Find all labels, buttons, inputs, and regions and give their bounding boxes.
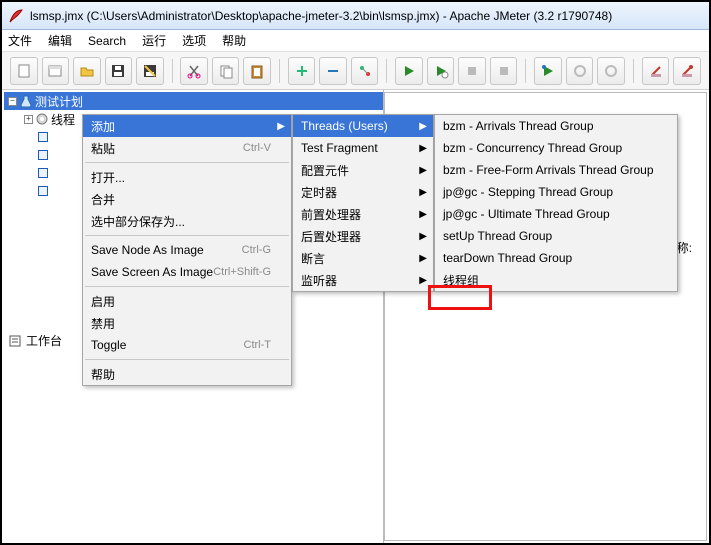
ctx-add[interactable]: 添加▶: [83, 115, 291, 137]
workbench-label: 工作台: [26, 332, 62, 349]
menu-options[interactable]: 选项: [182, 32, 206, 49]
shutdown-button[interactable]: [490, 57, 518, 85]
submenu-arrow-icon: ▶: [419, 231, 427, 242]
separator: [633, 59, 634, 83]
ctx2-threads[interactable]: Threads (Users)▶: [293, 115, 433, 137]
saveas-button[interactable]: [136, 57, 164, 85]
tree-root[interactable]: − 测试计划: [4, 92, 383, 110]
ctx-paste[interactable]: 粘贴Ctrl-V: [83, 137, 291, 159]
remote-start-button[interactable]: [534, 57, 562, 85]
tree-handle-icon: [38, 186, 48, 196]
ctx3-item-4[interactable]: jp@gc - Ultimate Thread Group: [435, 203, 677, 225]
new-button[interactable]: [10, 57, 38, 85]
expand-button[interactable]: [288, 57, 316, 85]
tree-workbench[interactable]: 工作台: [4, 332, 62, 349]
ctx-help[interactable]: 帮助: [83, 363, 291, 385]
threadgroup-icon: [35, 112, 49, 126]
ctx2-pre[interactable]: 前置处理器▶: [293, 203, 433, 225]
toggle-button[interactable]: [351, 57, 379, 85]
submenu-arrow-icon: ▶: [419, 121, 427, 132]
submenu-arrow-icon: ▶: [419, 143, 427, 154]
ctx3-item-5[interactable]: setUp Thread Group: [435, 225, 677, 247]
separator: [85, 359, 289, 360]
stop-button[interactable]: [458, 57, 486, 85]
ctx2-timer[interactable]: 定时器▶: [293, 181, 433, 203]
expand-icon[interactable]: +: [24, 115, 33, 124]
titlebar: lsmsp.jmx (C:\Users\Administrator\Deskto…: [2, 2, 709, 30]
cut-button[interactable]: [180, 57, 208, 85]
context-menu-2: Threads (Users)▶ Test Fragment▶ 配置元件▶ 定时…: [292, 114, 434, 292]
ctx-toggle[interactable]: ToggleCtrl-T: [83, 334, 291, 356]
collapse-button[interactable]: [319, 57, 347, 85]
remote-shutdown-button[interactable]: [597, 57, 625, 85]
submenu-arrow-icon: ▶: [419, 165, 427, 176]
separator: [279, 59, 280, 83]
separator: [85, 235, 289, 236]
ctx-disable[interactable]: 禁用: [83, 312, 291, 334]
tree-handle-icon: [38, 150, 48, 160]
tree-root-label: 测试计划: [35, 93, 83, 110]
menu-file[interactable]: 文件: [8, 32, 32, 49]
ctx2-fragment[interactable]: Test Fragment▶: [293, 137, 433, 159]
ctx-save-node-image[interactable]: Save Node As ImageCtrl-G: [83, 239, 291, 261]
ctx3-item-6[interactable]: tearDown Thread Group: [435, 247, 677, 269]
workbench-icon: [8, 334, 22, 348]
clear-all-button[interactable]: [673, 57, 701, 85]
context-menu-1: 添加▶ 粘贴Ctrl-V 打开... 合并 选中部分保存为... Save No…: [82, 114, 292, 386]
ctx-enable[interactable]: 启用: [83, 290, 291, 312]
submenu-arrow-icon: ▶: [419, 209, 427, 220]
menu-run[interactable]: 运行: [142, 32, 166, 49]
ctx2-post[interactable]: 后置处理器▶: [293, 225, 433, 247]
ctx2-listener[interactable]: 监听器▶: [293, 269, 433, 291]
menubar: 文件 编辑 Search 运行 选项 帮助: [2, 30, 709, 52]
ctx3-item-3[interactable]: jp@gc - Stepping Thread Group: [435, 181, 677, 203]
collapse-icon[interactable]: −: [8, 97, 17, 106]
submenu-arrow-icon: ▶: [419, 187, 427, 198]
ctx-save-screen-image[interactable]: Save Screen As ImageCtrl+Shift-G: [83, 261, 291, 283]
tree-handle-icon: [38, 132, 48, 142]
window-title: lsmsp.jmx (C:\Users\Administrator\Deskto…: [30, 9, 612, 23]
testplan-icon: [19, 94, 33, 108]
paste-button[interactable]: [243, 57, 271, 85]
ctx2-assert[interactable]: 断言▶: [293, 247, 433, 269]
toolbar: [2, 52, 709, 90]
separator: [386, 59, 387, 83]
submenu-arrow-icon: ▶: [419, 253, 427, 264]
menu-edit[interactable]: 编辑: [48, 32, 72, 49]
remote-stop-button[interactable]: [566, 57, 594, 85]
tree-handle-icon: [38, 168, 48, 178]
start-no-timers-button[interactable]: [427, 57, 455, 85]
app-icon: [8, 8, 24, 24]
context-menu-3: bzm - Arrivals Thread Group bzm - Concur…: [434, 114, 678, 292]
menu-search[interactable]: Search: [88, 34, 126, 48]
separator: [85, 162, 289, 163]
save-button[interactable]: [105, 57, 133, 85]
ctx2-config[interactable]: 配置元件▶: [293, 159, 433, 181]
separator: [85, 286, 289, 287]
start-button[interactable]: [395, 57, 423, 85]
ctx-save-selection[interactable]: 选中部分保存为...: [83, 210, 291, 232]
ctx-open[interactable]: 打开...: [83, 166, 291, 188]
open-button[interactable]: [73, 57, 101, 85]
ctx-merge[interactable]: 合并: [83, 188, 291, 210]
app-window: lsmsp.jmx (C:\Users\Administrator\Deskto…: [0, 0, 711, 545]
ctx3-item-0[interactable]: bzm - Arrivals Thread Group: [435, 115, 677, 137]
ctx3-item-1[interactable]: bzm - Concurrency Thread Group: [435, 137, 677, 159]
separator: [172, 59, 173, 83]
tree-child-label: 线程: [51, 111, 75, 128]
clear-button[interactable]: [642, 57, 670, 85]
highlight-box: [428, 285, 492, 310]
separator: [525, 59, 526, 83]
menu-help[interactable]: 帮助: [222, 32, 246, 49]
copy-button[interactable]: [212, 57, 240, 85]
templates-button[interactable]: [42, 57, 70, 85]
ctx3-item-2[interactable]: bzm - Free-Form Arrivals Thread Group: [435, 159, 677, 181]
submenu-arrow-icon: ▶: [419, 275, 427, 286]
submenu-arrow-icon: ▶: [277, 121, 285, 132]
